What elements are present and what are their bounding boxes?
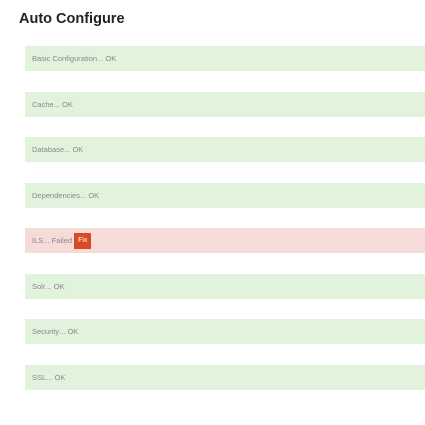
check-separator: ... (97, 54, 104, 63)
check-status: OK (88, 190, 100, 200)
check-status: Failed (51, 236, 73, 245)
check-row-solr: Solr... OK (25, 273, 425, 299)
page-title: Auto Configure (19, 11, 125, 27)
check-label: Solr (32, 281, 46, 291)
check-status: OK (53, 281, 65, 291)
check-label: Basic Configuration (32, 54, 98, 63)
check-row-ssl: SSL... OK (25, 364, 425, 390)
check-row-cache: Cache... OK (25, 91, 425, 117)
check-row-database: Database... OK (25, 137, 425, 162)
check-row-ils: ILS... Failed Fix (25, 228, 425, 253)
check-separator: ... (53, 99, 60, 109)
check-row-basic-configuration: Basic Configuration... OK (25, 46, 425, 71)
check-row-dependencies: Dependencies... OK (25, 182, 425, 208)
check-separator: ... (79, 190, 87, 200)
check-separator: ... (45, 281, 52, 291)
check-label: Database (32, 145, 65, 154)
check-label: ILS (32, 236, 44, 245)
check-separator: ... (64, 145, 71, 154)
check-label: Cache (32, 99, 54, 109)
check-label: Security (32, 327, 60, 336)
fix-button[interactable]: Fix (74, 232, 92, 249)
check-status: OK (105, 54, 117, 63)
check-status: OK (62, 99, 73, 109)
check-list: Basic Configuration... OK Cache... OK Da… (25, 46, 425, 410)
check-label: SSL (32, 372, 47, 382)
check-separator: ... (59, 327, 66, 336)
check-status: OK (72, 145, 84, 154)
check-row-security: Security... OK (25, 319, 425, 344)
auto-configure-page: Auto Configure Basic Configuration... OK… (0, 0, 425, 425)
check-status: OK (67, 327, 79, 336)
check-status: OK (54, 372, 66, 382)
check-separator: ... (46, 372, 53, 382)
check-label: Dependencies (32, 190, 80, 200)
check-separator: ... (43, 236, 50, 245)
